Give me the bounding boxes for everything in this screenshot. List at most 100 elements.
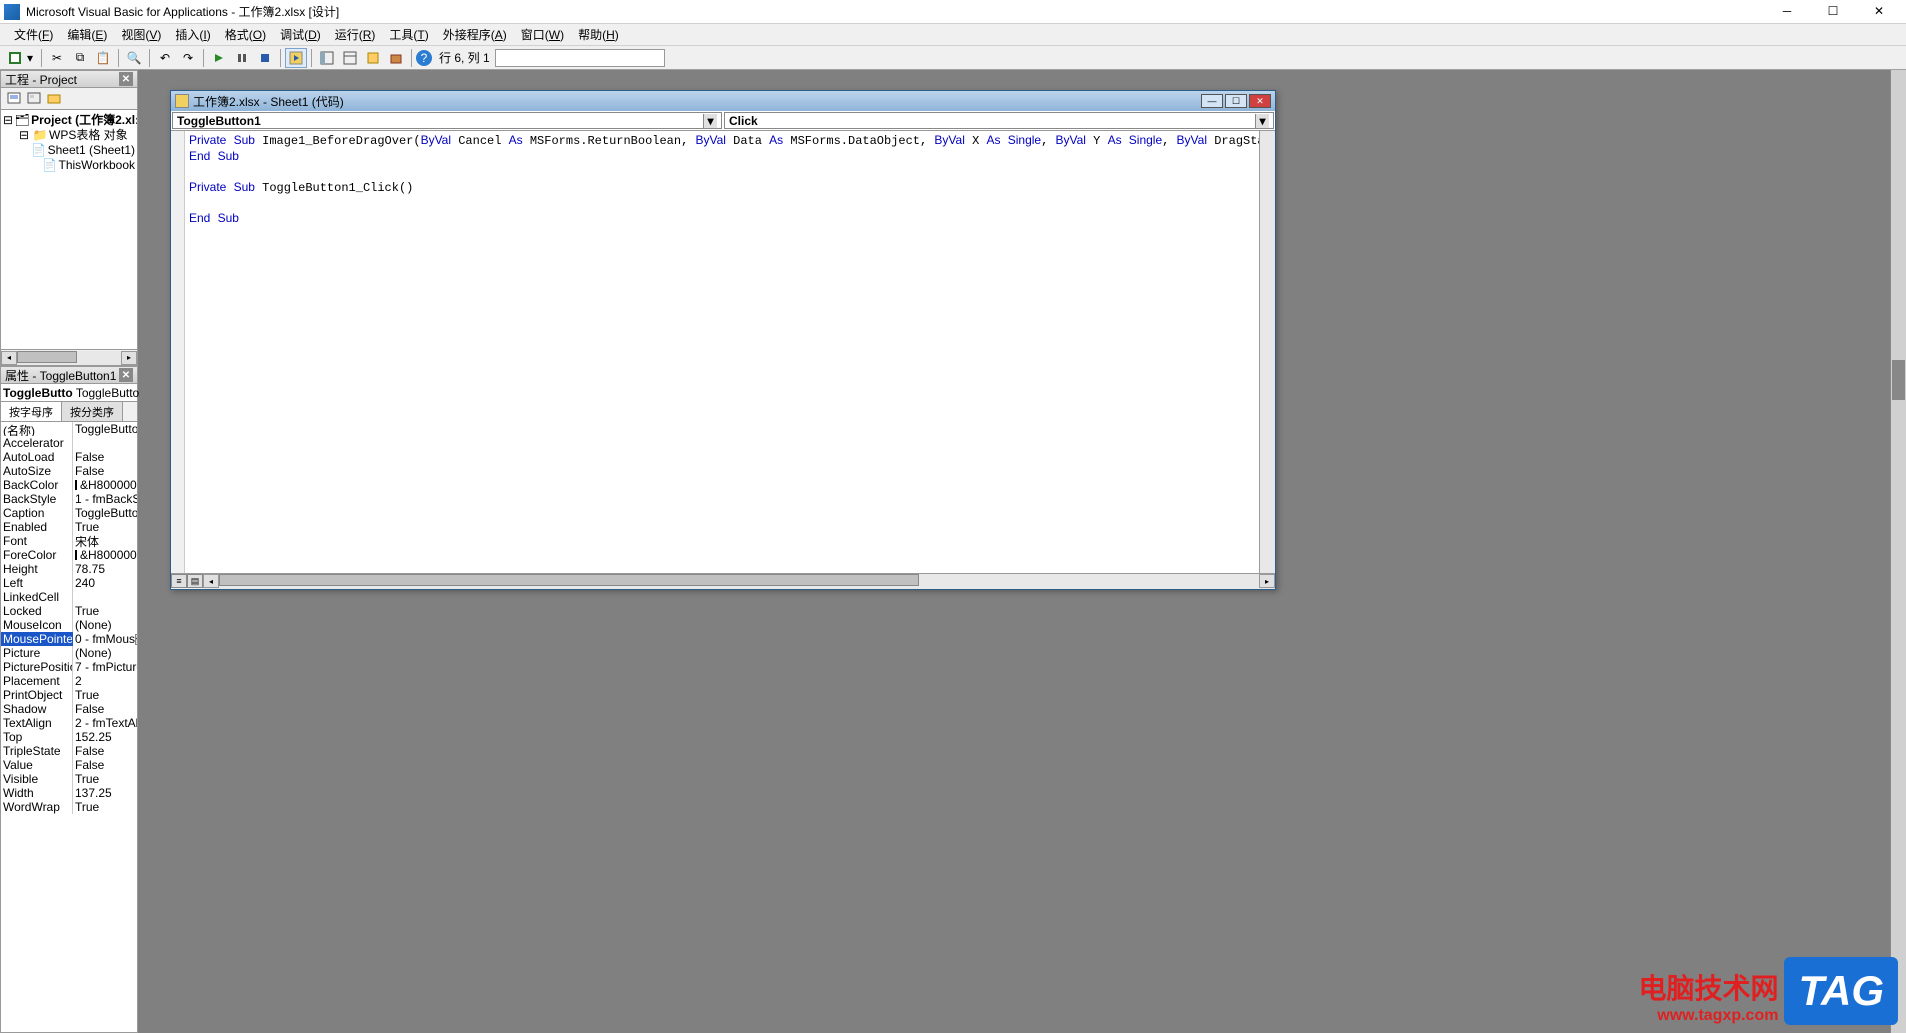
- view-object-button[interactable]: [25, 90, 43, 108]
- property-value[interactable]: True: [73, 800, 137, 814]
- property-value[interactable]: 2: [73, 674, 137, 688]
- property-value[interactable]: ToggleButton1: [73, 506, 137, 520]
- property-value[interactable]: False: [73, 450, 137, 464]
- menu-w[interactable]: 窗口(W): [515, 24, 570, 45]
- property-value[interactable]: &H80000012&: [73, 548, 137, 562]
- menu-f[interactable]: 文件(F): [8, 24, 59, 45]
- property-row[interactable]: BackColor&H8000000F&: [1, 478, 137, 492]
- property-row[interactable]: CaptionToggleButton1: [1, 506, 137, 520]
- property-row[interactable]: Picture(None): [1, 646, 137, 660]
- property-row[interactable]: ValueFalse: [1, 758, 137, 772]
- property-row[interactable]: Placement2: [1, 674, 137, 688]
- property-value[interactable]: &H8000000F&: [73, 478, 137, 492]
- properties-grid[interactable]: (名称)ToggleButton1AcceleratorAutoLoadFals…: [0, 422, 138, 1033]
- property-value[interactable]: [73, 436, 137, 450]
- menu-v[interactable]: 视图(V): [115, 24, 167, 45]
- scroll-right-icon[interactable]: ▸: [1259, 574, 1275, 588]
- help-button[interactable]: ?: [416, 50, 432, 66]
- property-value[interactable]: True: [73, 772, 137, 786]
- tab-categorized[interactable]: 按分类序: [62, 402, 123, 421]
- properties-object-selector[interactable]: ToggleButto ToggleButton ▾: [0, 384, 138, 402]
- property-row[interactable]: Top152.25: [1, 730, 137, 744]
- property-row[interactable]: AutoLoadFalse: [1, 450, 137, 464]
- property-row[interactable]: MousePointer0 - fmMous▾: [1, 632, 137, 646]
- property-value[interactable]: True: [73, 520, 137, 534]
- toolbar-combo[interactable]: [495, 49, 665, 67]
- code-minimize-button[interactable]: —: [1201, 94, 1223, 108]
- object-dropdown[interactable]: ToggleButton1▾: [172, 112, 722, 129]
- property-row[interactable]: TextAlign2 - fmTextAli: [1, 716, 137, 730]
- toggle-folders-button[interactable]: [45, 90, 63, 108]
- minimize-button[interactable]: ─: [1764, 0, 1810, 24]
- menu-t[interactable]: 工具(T): [383, 24, 434, 45]
- procedure-dropdown[interactable]: Click▾: [724, 112, 1274, 129]
- break-button[interactable]: [231, 48, 253, 68]
- scroll-left-icon[interactable]: ◂: [1, 351, 17, 365]
- property-value[interactable]: 240: [73, 576, 137, 590]
- property-value[interactable]: 宋体: [73, 534, 137, 548]
- property-row[interactable]: LinkedCell: [1, 590, 137, 604]
- property-row[interactable]: TripleStateFalse: [1, 744, 137, 758]
- property-value[interactable]: 152.25: [73, 730, 137, 744]
- scroll-right-icon[interactable]: ▸: [121, 351, 137, 365]
- design-mode-button[interactable]: [285, 48, 307, 68]
- property-row[interactable]: AutoSizeFalse: [1, 464, 137, 478]
- object-browser-button[interactable]: [362, 48, 384, 68]
- menu-a[interactable]: 外接程序(A): [437, 24, 513, 45]
- property-row[interactable]: Accelerator: [1, 436, 137, 450]
- menu-i[interactable]: 插入(I): [169, 24, 216, 45]
- tab-alphabetic[interactable]: 按字母序: [1, 402, 62, 421]
- code-vscroll[interactable]: [1259, 131, 1275, 573]
- menu-o[interactable]: 格式(O): [219, 24, 272, 45]
- code-close-button[interactable]: ✕: [1249, 94, 1271, 108]
- cut-button[interactable]: ✂: [46, 48, 68, 68]
- dropdown-icon[interactable]: ▾: [135, 634, 137, 645]
- collapse-icon[interactable]: ⊟: [3, 113, 13, 127]
- property-row[interactable]: WordWrapTrue: [1, 800, 137, 814]
- property-row[interactable]: EnabledTrue: [1, 520, 137, 534]
- menu-d[interactable]: 调试(D): [274, 24, 327, 45]
- view-excel-button[interactable]: [4, 48, 26, 68]
- project-tree[interactable]: ⊟🗂Project (工作簿2.xl: ⊟📁WPS表格 对象 📄Sheet1 (…: [0, 110, 138, 350]
- property-value[interactable]: 7 - fmPicture: [73, 660, 137, 674]
- tree-item-thisworkbook[interactable]: ThisWorkbook: [59, 158, 135, 172]
- scroll-thumb[interactable]: [1892, 360, 1905, 400]
- property-row[interactable]: PicturePositio7 - fmPicture: [1, 660, 137, 674]
- project-explorer-button[interactable]: [316, 48, 338, 68]
- undo-button[interactable]: ↶: [154, 48, 176, 68]
- properties-panel-close-button[interactable]: ✕: [119, 368, 133, 382]
- property-row[interactable]: Width137.25: [1, 786, 137, 800]
- menu-h[interactable]: 帮助(H): [572, 24, 625, 45]
- property-value[interactable]: True: [73, 604, 137, 618]
- property-value[interactable]: ToggleButton1: [73, 422, 137, 436]
- scroll-thumb[interactable]: [219, 574, 919, 586]
- property-value[interactable]: False: [73, 758, 137, 772]
- property-row[interactable]: MouseIcon(None): [1, 618, 137, 632]
- project-panel-close-button[interactable]: ✕: [119, 72, 133, 86]
- toolbar-dropdown-icon[interactable]: ▾: [27, 51, 37, 65]
- run-button[interactable]: [208, 48, 230, 68]
- property-value[interactable]: (None): [73, 646, 137, 660]
- tree-item-sheet1[interactable]: Sheet1 (Sheet1): [48, 143, 135, 157]
- toolbox-button[interactable]: [385, 48, 407, 68]
- property-row[interactable]: Height78.75: [1, 562, 137, 576]
- property-row[interactable]: ForeColor&H80000012&: [1, 548, 137, 562]
- property-value[interactable]: [73, 590, 137, 604]
- property-value[interactable]: False: [73, 744, 137, 758]
- paste-button[interactable]: 📋: [92, 48, 114, 68]
- property-row[interactable]: (名称)ToggleButton1: [1, 422, 137, 436]
- property-row[interactable]: Left240: [1, 576, 137, 590]
- reset-button[interactable]: [254, 48, 276, 68]
- property-row[interactable]: PrintObjectTrue: [1, 688, 137, 702]
- menu-r[interactable]: 运行(R): [329, 24, 382, 45]
- code-editor[interactable]: Private Sub Image1_BeforeDragOver(ByVal …: [185, 131, 1259, 573]
- property-row[interactable]: VisibleTrue: [1, 772, 137, 786]
- full-module-view-button[interactable]: ▤: [187, 574, 203, 588]
- view-code-button[interactable]: [5, 90, 23, 108]
- project-tree-hscroll[interactable]: ◂ ▸: [0, 350, 138, 366]
- menu-e[interactable]: 编辑(E): [61, 24, 113, 45]
- scroll-thumb[interactable]: [17, 351, 77, 363]
- property-value[interactable]: 0 - fmMous▾: [73, 632, 137, 646]
- property-row[interactable]: ShadowFalse: [1, 702, 137, 716]
- property-value[interactable]: True: [73, 688, 137, 702]
